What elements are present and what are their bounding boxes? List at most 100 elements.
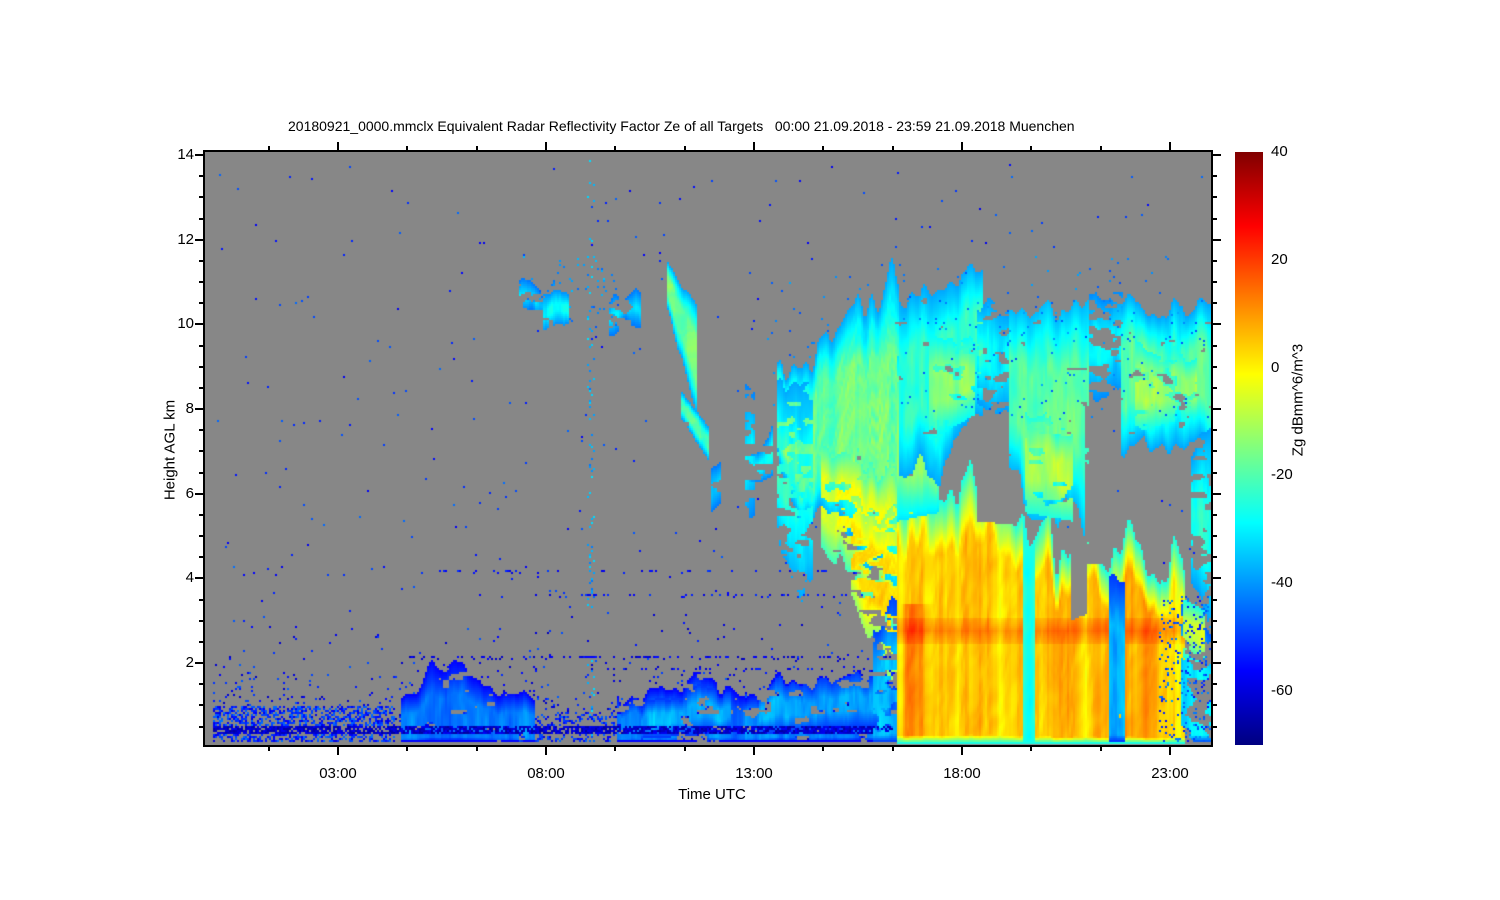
x-tick	[684, 747, 686, 751]
y-tick	[1213, 175, 1217, 177]
y-tick	[199, 281, 203, 283]
y-tick	[199, 260, 203, 262]
x-tick-label: 03:00	[319, 765, 357, 782]
x-tick-label: 13:00	[735, 765, 773, 782]
colorbar-tick-label: -20	[1271, 466, 1293, 483]
y-tick	[1213, 387, 1217, 389]
y-tick	[199, 704, 203, 706]
x-tick	[476, 747, 478, 751]
y-tick	[199, 535, 203, 537]
y-tick	[199, 556, 203, 558]
y-tick	[199, 472, 203, 474]
x-tick-label: 23:00	[1151, 765, 1189, 782]
x-tick	[961, 142, 963, 150]
x-tick	[614, 747, 616, 751]
colorbar-gradient	[1235, 152, 1263, 745]
y-tick	[1213, 366, 1217, 368]
y-tick	[199, 726, 203, 728]
y-tick	[199, 387, 203, 389]
x-tick	[753, 142, 755, 150]
x-tick	[337, 747, 339, 755]
y-tick	[1213, 472, 1217, 474]
y-tick	[1213, 493, 1221, 495]
y-tick	[1213, 218, 1217, 220]
y-tick	[199, 175, 203, 177]
y-tick	[195, 154, 203, 156]
y-tick-label: 10	[177, 315, 194, 332]
x-tick	[1030, 146, 1032, 150]
y-tick	[199, 345, 203, 347]
x-tick	[892, 146, 894, 150]
y-tick	[1213, 577, 1221, 579]
y-tick	[1213, 281, 1217, 283]
y-tick	[195, 323, 203, 325]
y-tick	[1213, 345, 1217, 347]
x-tick	[1030, 747, 1032, 751]
x-tick	[476, 146, 478, 150]
x-tick	[822, 747, 824, 751]
x-tick	[684, 146, 686, 150]
y-tick-label: 12	[177, 231, 194, 248]
plot-frame	[203, 150, 1213, 747]
y-tick	[199, 620, 203, 622]
y-tick	[1213, 641, 1217, 643]
x-tick	[337, 142, 339, 150]
x-tick	[1100, 747, 1102, 751]
x-tick	[268, 146, 270, 150]
reflectivity-heatmap-canvas	[205, 152, 1211, 745]
y-tick	[195, 577, 203, 579]
y-tick	[1213, 239, 1221, 241]
figure-title: 20180921_0000.mmclx Equivalent Radar Ref…	[288, 118, 1075, 134]
x-tick	[545, 142, 547, 150]
y-tick	[1213, 556, 1217, 558]
y-tick	[195, 662, 203, 664]
y-tick	[199, 218, 203, 220]
y-tick	[1213, 154, 1221, 156]
y-tick	[1213, 260, 1217, 262]
x-tick	[406, 146, 408, 150]
y-tick	[1213, 429, 1217, 431]
y-tick	[199, 450, 203, 452]
x-tick	[268, 747, 270, 751]
x-tick	[892, 747, 894, 751]
y-tick	[1213, 302, 1217, 304]
y-axis-title: Height AGL km	[161, 399, 179, 501]
colorbar-tick-label: 40	[1271, 143, 1288, 160]
x-tick	[961, 747, 963, 755]
y-tick-label: 14	[177, 146, 194, 163]
colorbar-tick-label: 20	[1271, 251, 1288, 268]
x-tick	[1100, 146, 1102, 150]
colorbar-tick-label: -60	[1271, 682, 1293, 699]
y-tick	[1213, 704, 1217, 706]
y-tick	[1213, 662, 1221, 664]
y-tick	[199, 302, 203, 304]
colorbar-tick-label: -40	[1271, 574, 1293, 591]
x-axis-title: Time UTC	[678, 786, 746, 803]
y-tick	[199, 366, 203, 368]
colorbar-title: Zg dBmm^6/m^3	[1289, 343, 1307, 457]
y-tick	[199, 683, 203, 685]
x-tick	[1169, 747, 1171, 755]
y-tick	[195, 493, 203, 495]
y-tick	[1213, 323, 1221, 325]
y-tick	[1213, 408, 1221, 410]
y-tick	[1213, 196, 1217, 198]
y-tick	[1213, 535, 1217, 537]
y-tick	[195, 408, 203, 410]
y-tick-label: 2	[185, 654, 194, 671]
x-tick	[545, 747, 547, 755]
x-tick	[614, 146, 616, 150]
radar-quicklook-page: { "title": "20180921_0000.mmclx Equivale…	[0, 0, 1500, 900]
y-tick	[195, 239, 203, 241]
y-tick	[1213, 514, 1217, 516]
y-tick	[1213, 599, 1217, 601]
y-tick-label: 4	[185, 569, 194, 586]
x-tick-label: 08:00	[527, 765, 565, 782]
x-tick	[1169, 142, 1171, 150]
y-tick	[199, 429, 203, 431]
y-tick	[199, 599, 203, 601]
x-tick	[822, 146, 824, 150]
y-tick	[1213, 620, 1217, 622]
y-tick	[1213, 450, 1217, 452]
y-tick	[199, 514, 203, 516]
